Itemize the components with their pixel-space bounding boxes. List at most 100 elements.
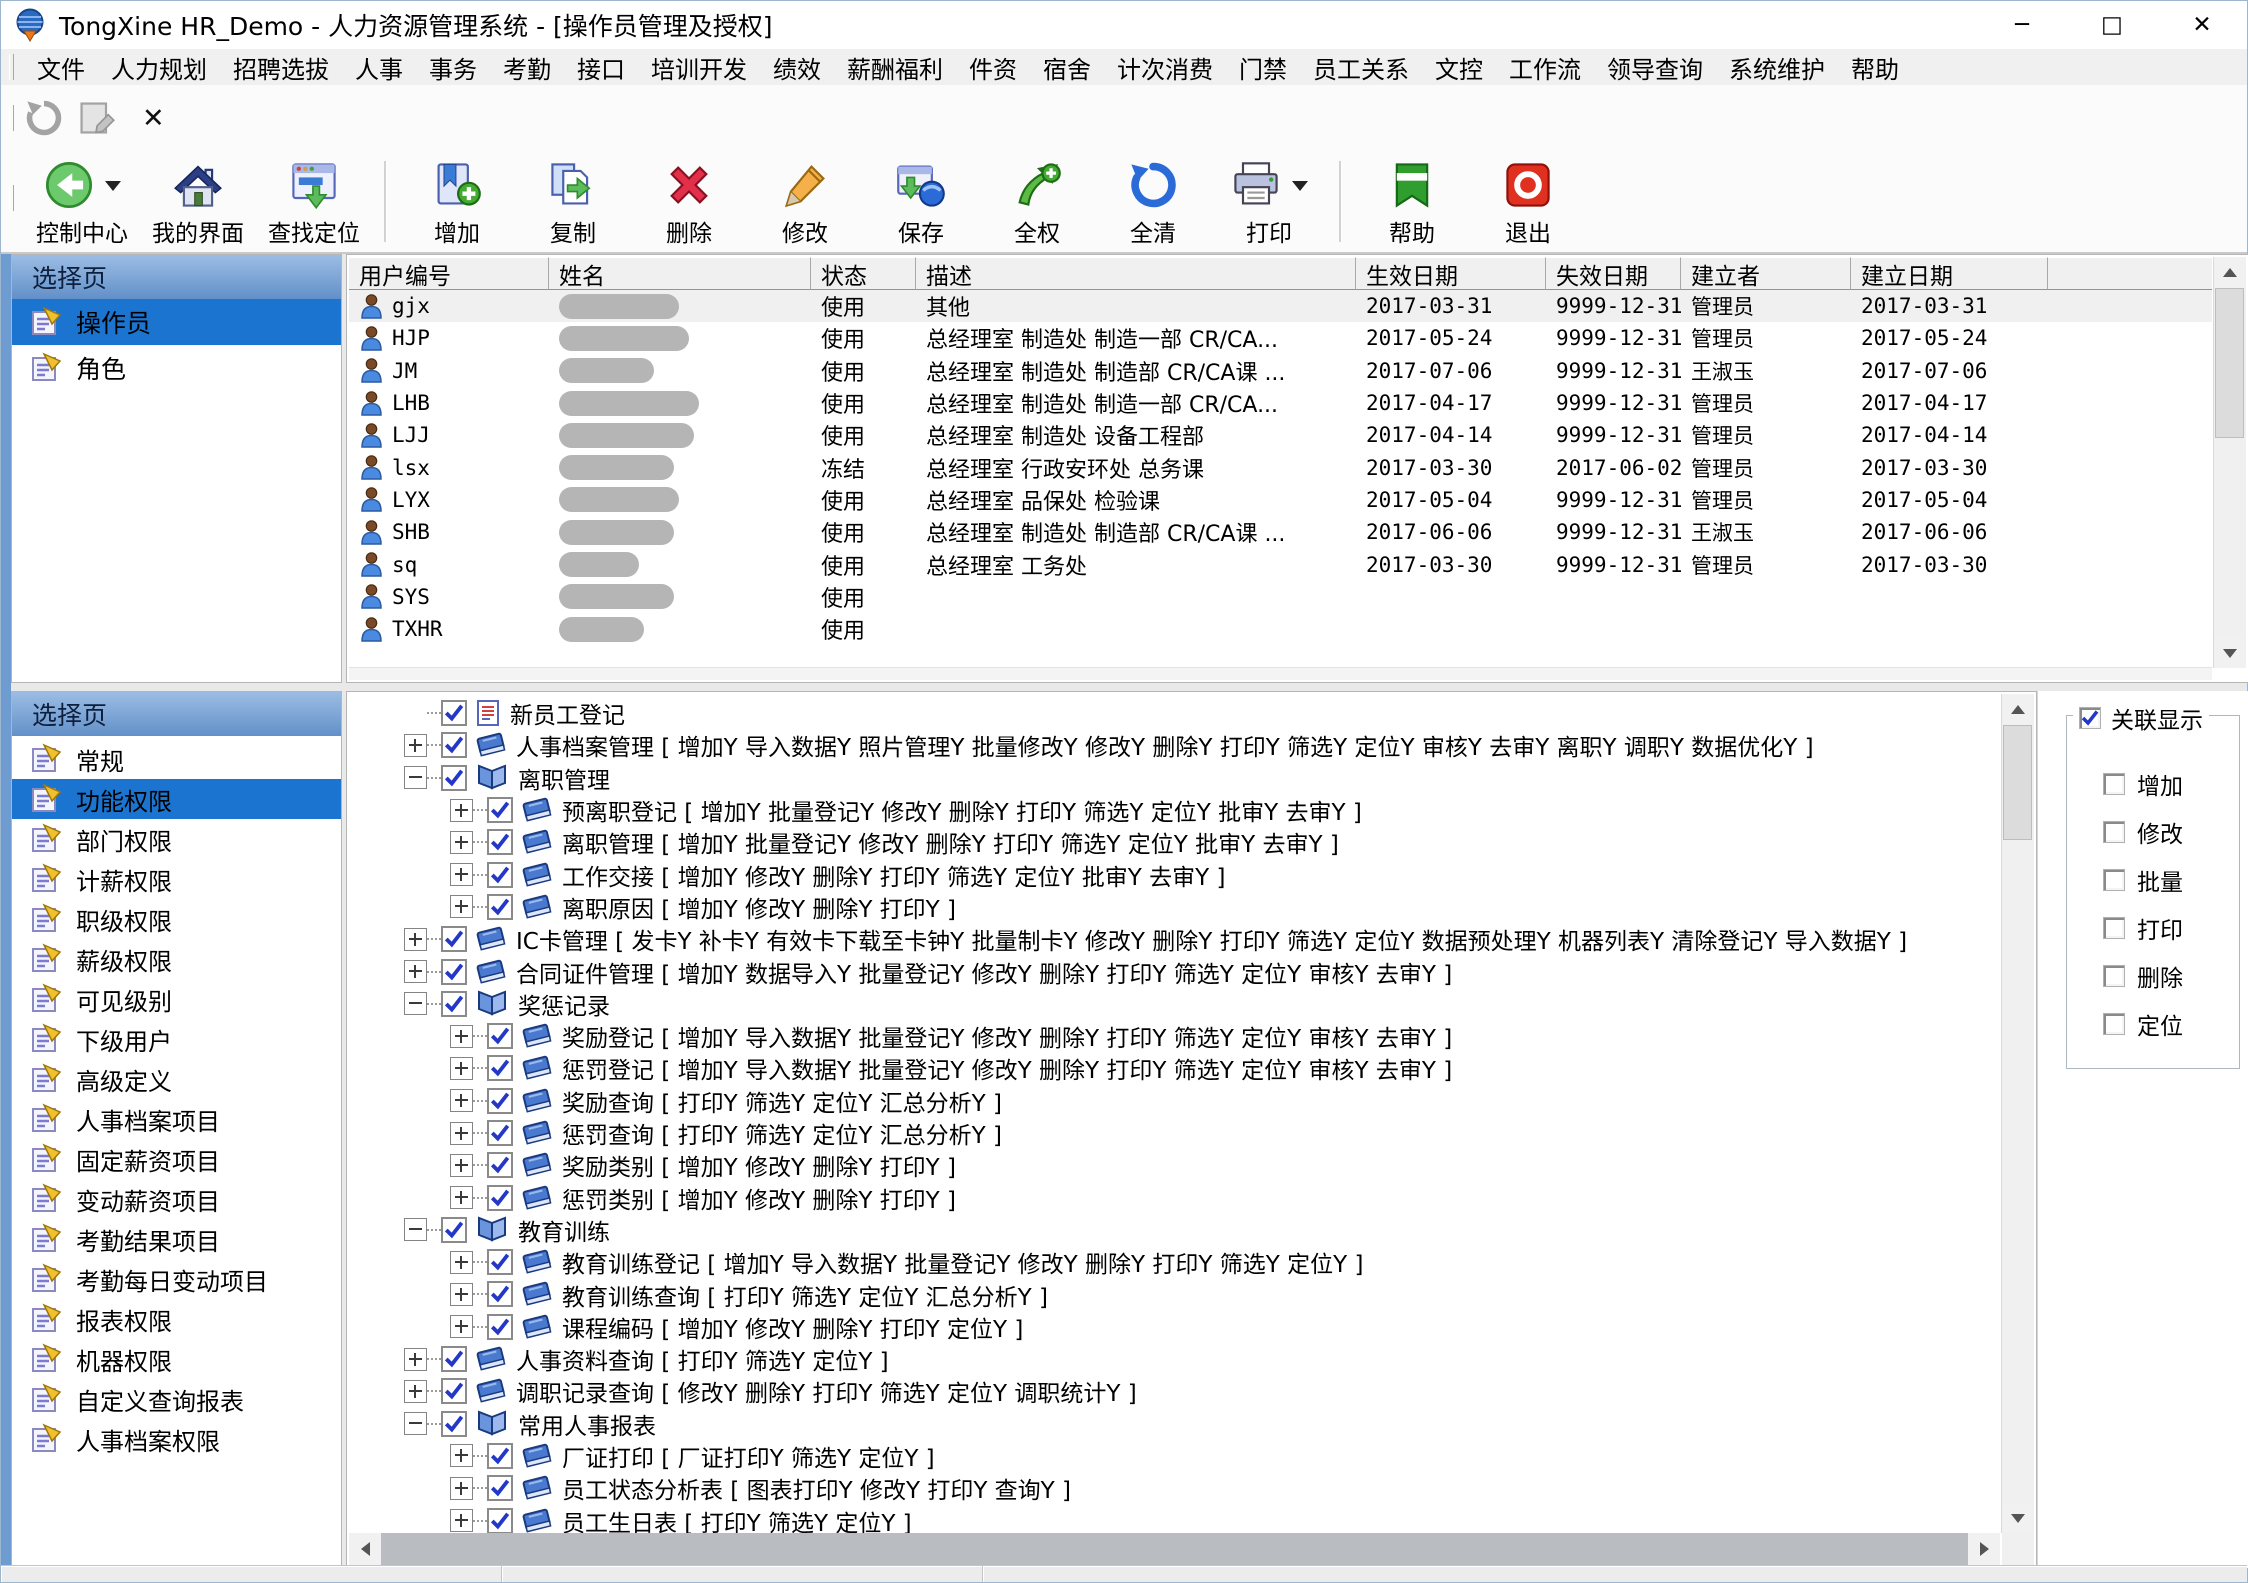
tree-checkbox[interactable]	[487, 1475, 513, 1501]
table-hscrollbar-track[interactable]	[349, 667, 2212, 680]
toolbar-button-modify[interactable]: 修改	[747, 151, 863, 248]
tree-row[interactable]: 工作交接 [ 增加Y 修改Y 删除Y 打印Y 筛选Y 定位Y 批审Y 去审Y ]	[349, 858, 2000, 890]
tree-row[interactable]: 奖励查询 [ 打印Y 筛选Y 定位Y 汇总分析Y ]	[349, 1085, 2000, 1117]
sidebar-item[interactable]: 自定义查询报表	[12, 1379, 341, 1419]
tree-row[interactable]: 员工状态分析表 [ 图表打印Y 修改Y 打印Y 查询Y ]	[349, 1472, 2000, 1504]
tree-checkbox[interactable]	[487, 1443, 513, 1469]
sidebar-item[interactable]: 职级权限	[12, 899, 341, 939]
option-checkbox[interactable]	[2103, 821, 2125, 843]
toolbar-button-save[interactable]: 保存	[863, 151, 979, 248]
table-row[interactable]: LHB使用总经理室 制造处 制造一部 CR/CA...2017-04-17999…	[349, 387, 2212, 419]
tree-row[interactable]: 奖励登记 [ 增加Y 导入数据Y 批量登记Y 修改Y 删除Y 打印Y 筛选Y 定…	[349, 1020, 2000, 1052]
table-row[interactable]: HJP使用总经理室 制造处 制造一部 CR/CA...2017-05-24999…	[349, 322, 2212, 354]
menu-item[interactable]: 计次消费	[1104, 49, 1226, 85]
column-header[interactable]: 建立日期	[1851, 257, 2048, 290]
menu-item[interactable]: 薪酬福利	[834, 49, 956, 85]
expand-icon[interactable]	[450, 1444, 473, 1467]
expand-icon[interactable]	[450, 1251, 473, 1274]
table-row[interactable]: sq使用总经理室 工务处2017-03-309999-12-31管理员2017-…	[349, 548, 2212, 580]
scroll-up-button[interactable]	[2002, 694, 2034, 724]
toolbar-button-my-interface[interactable]: 我的界面	[140, 151, 256, 248]
sidebar-item[interactable]: 下级用户	[12, 1019, 341, 1059]
toolbar-button-delete[interactable]: 删除	[631, 151, 747, 248]
tree-checkbox[interactable]	[487, 1281, 513, 1307]
tree-checkbox[interactable]	[487, 1023, 513, 1049]
tree-checkbox[interactable]	[487, 1508, 513, 1533]
toolbar-button-grant-all[interactable]: 全权	[979, 151, 1095, 248]
toolbar-button-find-locate[interactable]: 查找定位	[256, 151, 372, 248]
option-checkbox[interactable]	[2103, 773, 2125, 795]
tree-row[interactable]: 厂证打印 [ 厂证打印Y 筛选Y 定位Y ]	[349, 1440, 2000, 1472]
tree-row[interactable]: 预离职登记 [ 增加Y 批量登记Y 修改Y 删除Y 打印Y 筛选Y 定位Y 批审…	[349, 794, 2000, 826]
sidebar-item[interactable]: 人事档案项目	[12, 1099, 341, 1139]
scrollbar-thumb[interactable]	[2003, 725, 2032, 840]
table-row[interactable]: TXHR使用	[349, 613, 2212, 645]
menu-item[interactable]: 员工关系	[1300, 49, 1422, 85]
column-header[interactable]: 用户编号	[349, 257, 549, 290]
close-view-button[interactable]: ✕	[142, 103, 165, 134]
tree-row[interactable]: 调职记录查询 [ 修改Y 删除Y 打印Y 筛选Y 定位Y 调职统计Y ]	[349, 1375, 2000, 1407]
tree-checkbox[interactable]	[487, 1088, 513, 1114]
scroll-left-button[interactable]	[349, 1533, 381, 1565]
tree-checkbox[interactable]	[441, 1346, 467, 1372]
option-checkbox[interactable]	[2103, 869, 2125, 891]
sidebar-item[interactable]: 机器权限	[12, 1339, 341, 1379]
menu-item[interactable]: 文件	[24, 49, 98, 85]
link-display-option[interactable]: 删除	[2103, 952, 2233, 1000]
scroll-up-button[interactable]	[2214, 257, 2246, 287]
column-header[interactable]: 描述	[916, 257, 1356, 290]
sidebar-item[interactable]: 变动薪资项目	[12, 1179, 341, 1219]
expand-icon[interactable]	[450, 1283, 473, 1306]
tree-row[interactable]: 惩罚登记 [ 增加Y 导入数据Y 批量登记Y 修改Y 删除Y 打印Y 筛选Y 定…	[349, 1052, 2000, 1084]
tree-checkbox[interactable]	[487, 1249, 513, 1275]
sidebar-item[interactable]: 固定薪资项目	[12, 1139, 341, 1179]
menu-item[interactable]: 件资	[956, 49, 1030, 85]
tree-checkbox[interactable]	[487, 1185, 513, 1211]
tree-checkbox[interactable]	[487, 894, 513, 920]
tree-checkbox[interactable]	[441, 732, 467, 758]
dropdown-arrow-icon[interactable]	[1292, 181, 1308, 199]
expand-icon[interactable]	[450, 1025, 473, 1048]
tree-row[interactable]: 惩罚查询 [ 打印Y 筛选Y 定位Y 汇总分析Y ]	[349, 1117, 2000, 1149]
sidebar-item[interactable]: 计薪权限	[12, 859, 341, 899]
menu-item[interactable]: 绩效	[760, 49, 834, 85]
tree-row[interactable]: 离职管理 [ 增加Y 批量登记Y 修改Y 删除Y 打印Y 筛选Y 定位Y 批审Y…	[349, 826, 2000, 858]
column-header[interactable]: 状态	[811, 257, 916, 290]
expand-icon[interactable]	[450, 863, 473, 886]
close-button[interactable]: ✕	[2157, 1, 2247, 49]
table-row[interactable]: LYX使用总经理室 品保处 检验课2017-05-049999-12-31管理员…	[349, 484, 2212, 516]
toolbar-button-control-center[interactable]: 控制中心	[24, 151, 140, 248]
tree-checkbox[interactable]	[487, 1314, 513, 1340]
expand-icon[interactable]	[450, 1477, 473, 1500]
toolbar-button-help[interactable]: 帮助	[1354, 151, 1470, 248]
menu-item[interactable]: 宿舍	[1030, 49, 1104, 85]
expand-icon[interactable]	[450, 1186, 473, 1209]
column-header[interactable]: 生效日期	[1356, 257, 1546, 290]
expand-icon[interactable]	[450, 1509, 473, 1532]
menu-item[interactable]: 工作流	[1496, 49, 1594, 85]
table-row[interactable]: SHB使用总经理室 制造处 制造部 CR/CA课 ...2017-06-0699…	[349, 516, 2212, 548]
column-header[interactable]: 失效日期	[1546, 257, 1681, 290]
tree-row[interactable]: 离职管理	[349, 762, 2000, 794]
tree-row[interactable]: 离职原因 [ 增加Y 修改Y 删除Y 打印Y ]	[349, 891, 2000, 923]
tree-row[interactable]: 教育训练登记 [ 增加Y 导入数据Y 批量登记Y 修改Y 删除Y 打印Y 筛选Y…	[349, 1246, 2000, 1278]
tree-checkbox[interactable]	[441, 700, 467, 726]
tree-checkbox[interactable]	[487, 797, 513, 823]
sidebar-item[interactable]: 功能权限	[12, 779, 341, 819]
menu-item[interactable]: 培训开发	[638, 49, 760, 85]
tree-checkbox[interactable]	[441, 1411, 467, 1437]
tree-row[interactable]: 教育训练查询 [ 打印Y 筛选Y 定位Y 汇总分析Y ]	[349, 1278, 2000, 1310]
collapse-icon[interactable]	[404, 766, 427, 789]
tree-hscrollbar[interactable]	[349, 1533, 2000, 1565]
expand-icon[interactable]	[450, 831, 473, 854]
link-display-option[interactable]: 打印	[2103, 904, 2233, 952]
table-row[interactable]: SYS使用	[349, 581, 2212, 613]
sidebar-item[interactable]: 操作员	[12, 299, 341, 345]
expand-icon[interactable]	[450, 1057, 473, 1080]
collapse-icon[interactable]	[404, 1412, 427, 1435]
toolbar-button-copy[interactable]: 复制	[515, 151, 631, 248]
toolbar-button-exit[interactable]: 退出	[1470, 151, 1586, 248]
expand-icon[interactable]	[404, 734, 427, 757]
menu-item[interactable]: 接口	[564, 49, 638, 85]
sidebar-item[interactable]: 考勤每日变动项目	[12, 1259, 341, 1299]
